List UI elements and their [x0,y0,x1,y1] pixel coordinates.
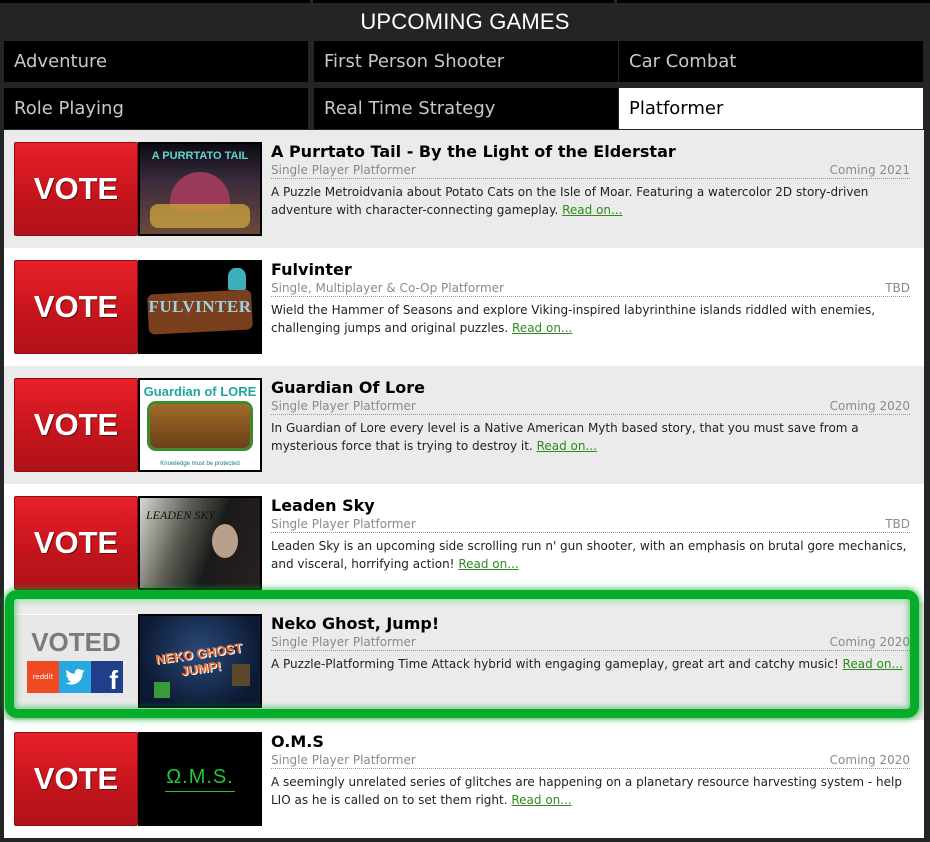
game-description: A seemingly unrelated series of glitches… [271,775,902,807]
reddit-share-button[interactable]: reddit [27,661,59,693]
thumbnail-text: Guardian of LORE [143,384,257,399]
game-row: VOTE A PURRTATO TAIL A Purrtato Tail - B… [4,130,924,248]
game-description: Leaden Sky is an upcoming side scrolling… [271,539,907,571]
vote-button[interactable]: VOTE [14,378,138,472]
voted-label: VOTED [31,627,121,657]
release-date: Coming 2020 [829,753,910,767]
game-row: VOTE FULVINTER Fulvinter Single, Multipl… [4,248,924,366]
tab-role-playing[interactable]: Role Playing [4,88,308,129]
game-description: A Puzzle-Platforming Time Attack hybrid … [271,657,839,671]
twitter-icon [65,669,85,685]
vote-button[interactable]: VOTE [14,496,138,590]
game-thumbnail[interactable]: FULVINTER [138,260,262,354]
section-title: UPCOMING GAMES [0,3,930,41]
game-info: A Purrtato Tail - By the Light of the El… [271,142,910,219]
game-row: VOTE Ω.M.S. O.M.S Single Player Platform… [4,720,924,838]
tab-first-person-shooter[interactable]: First Person Shooter [314,41,618,82]
facebook-share-button[interactable]: f [91,661,123,693]
voted-panel: VOTED reddit f [14,614,138,708]
tab-car-combat[interactable]: Car Combat [619,41,923,82]
game-description: Wield the Hammer of Seasons and explore … [271,303,876,335]
read-on-link[interactable]: Read on... [511,793,571,807]
release-date: TBD [885,281,910,295]
thumbnail-text: LEADEN SKY [146,508,216,522]
game-list: VOTE A PURRTATO TAIL A Purrtato Tail - B… [4,130,924,838]
game-genre: Single, Multiplayer & Co-Op Platformer [271,281,504,295]
game-info: O.M.S Single Player Platformer Coming 202… [271,732,910,809]
game-title[interactable]: Fulvinter [271,260,910,280]
game-title[interactable]: A Purrtato Tail - By the Light of the El… [271,142,910,162]
game-genre: Single Player Platformer [271,753,416,767]
read-on-link[interactable]: Read on... [537,439,597,453]
release-date: Coming 2020 [829,635,910,649]
vote-button[interactable]: VOTE [14,260,138,354]
game-genre: Single Player Platformer [271,399,416,413]
game-thumbnail[interactable]: NEKO GHOST JUMP! [138,614,262,708]
game-genre: Single Player Platformer [271,517,416,531]
vote-button[interactable]: VOTE [14,142,138,236]
game-row-voted: VOTED reddit f NEKO GHOST JUMP! Neko Gho… [4,602,924,720]
reddit-icon: reddit [32,673,54,681]
game-info: Leaden Sky Single Player Platformer TBD L… [271,496,910,573]
thumbnail-text: FULVINTER [148,297,252,316]
release-date: Coming 2021 [829,163,910,177]
game-title[interactable]: Leaden Sky [271,496,910,516]
tab-platformer[interactable]: Platformer [619,88,923,129]
game-thumbnail[interactable]: A PURRTATO TAIL [138,142,262,236]
facebook-icon: f [109,665,118,695]
thumbnail-text: A PURRTATO TAIL [151,150,249,162]
vote-button[interactable]: VOTE [14,732,138,826]
game-info: Fulvinter Single, Multiplayer & Co-Op Pl… [271,260,910,337]
twitter-share-button[interactable] [59,661,91,693]
read-on-link[interactable]: Read on... [458,557,518,571]
game-row: VOTE Guardian of LORE Knowledge must be … [4,366,924,484]
game-genre: Single Player Platformer [271,635,416,649]
read-on-link[interactable]: Read on... [512,321,572,335]
game-genre: Single Player Platformer [271,163,416,177]
release-date: TBD [885,517,910,531]
game-info: Neko Ghost, Jump! Single Player Platform… [271,614,910,673]
game-title[interactable]: Guardian Of Lore [271,378,910,398]
thumbnail-text: Ω.M.S. [166,766,234,788]
game-thumbnail[interactable]: Guardian of LORE Knowledge must be prote… [138,378,262,472]
game-thumbnail[interactable]: Ω.M.S. [138,732,262,826]
game-thumbnail[interactable]: LEADEN SKY [138,496,262,590]
release-date: Coming 2020 [829,399,910,413]
game-info: Guardian Of Lore Single Player Platforme… [271,378,910,455]
game-title[interactable]: Neko Ghost, Jump! [271,614,910,634]
tab-adventure[interactable]: Adventure [4,41,308,82]
game-title[interactable]: O.M.S [271,732,910,752]
tab-real-time-strategy[interactable]: Real Time Strategy [314,88,618,129]
thumbnail-subtext: Knowledge must be protected [160,461,240,467]
game-row: VOTE LEADEN SKY Leaden Sky Single Player… [4,484,924,602]
read-on-link[interactable]: Read on... [562,203,622,217]
read-on-link[interactable]: Read on... [843,657,903,671]
